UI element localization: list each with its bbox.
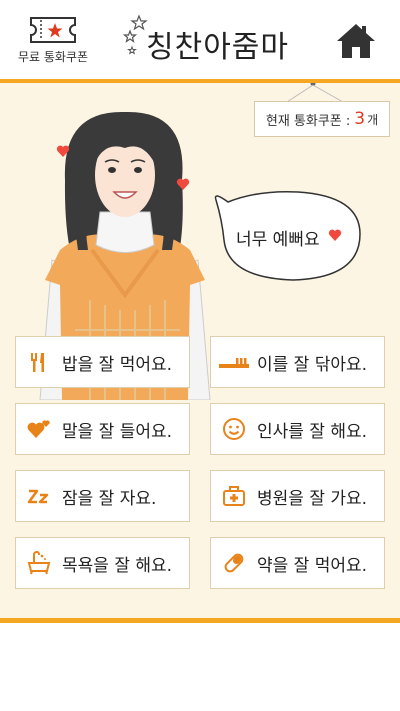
praise-label: 병원을 잘 가요.: [257, 488, 368, 509]
heart-icon: [176, 178, 190, 190]
heart-icon: [328, 229, 342, 241]
stars-decoration-icon: [122, 14, 148, 55]
free-coupon-label: 무료 통화쿠폰: [17, 50, 89, 64]
praise-button-greeting[interactable]: 인사를 잘 해요.: [210, 403, 385, 455]
app-header: 무료 통화쿠폰 칭찬아줌마: [0, 0, 400, 80]
coupon-count-box: 현재 통화쿠폰 : 3 개: [254, 101, 390, 137]
fork-knife-icon: [24, 351, 54, 373]
sleep-zz-icon: [24, 487, 54, 505]
praise-label: 밥을 잘 먹어요.: [62, 354, 173, 375]
praise-button-sleeping[interactable]: 잠을 잘 자요.: [15, 470, 190, 522]
first-aid-kit-icon: [219, 485, 249, 507]
pill-icon: [219, 551, 249, 575]
praise-label: 약을 잘 먹어요.: [257, 555, 368, 576]
home-icon: [337, 24, 375, 58]
praise-label: 잠을 잘 자요.: [62, 488, 157, 509]
coupon-count-label: 현재 통화쿠폰 :: [265, 113, 351, 129]
hearts-icon: [24, 419, 54, 439]
sign-hanger: [286, 83, 344, 103]
praise-label: 말을 잘 들어요.: [62, 421, 173, 442]
bathtub-icon: [24, 551, 54, 575]
coupon-count-value: 3: [354, 109, 366, 129]
speech-bubble-text: 너무 예뻐요: [236, 230, 320, 250]
praise-label: 목욕을 잘 해요.: [62, 555, 173, 576]
toothbrush-icon: [219, 353, 249, 371]
ticket-icon: [30, 17, 76, 43]
praise-button-hospital[interactable]: 병원을 잘 가요.: [210, 470, 385, 522]
free-coupon-button[interactable]: 무료 통화쿠폰: [8, 12, 98, 72]
heart-icon: [56, 145, 70, 157]
smiley-icon: [219, 417, 249, 441]
praise-label: 인사를 잘 해요.: [257, 421, 368, 442]
home-button[interactable]: [336, 22, 376, 60]
praise-button-bathing[interactable]: 목욕을 잘 해요.: [15, 537, 190, 589]
praise-label: 이를 잘 닦아요.: [257, 354, 368, 375]
coupon-count-unit: 개: [367, 112, 379, 127]
praise-button-eating[interactable]: 밥을 잘 먹어요.: [15, 336, 190, 388]
praise-button-listening[interactable]: 말을 잘 들어요.: [15, 403, 190, 455]
footer-divider: [0, 618, 400, 623]
praise-button-medicine[interactable]: 약을 잘 먹어요.: [210, 537, 385, 589]
app-title: 칭찬아줌마: [146, 30, 289, 65]
praise-button-teeth[interactable]: 이를 잘 닦아요.: [210, 336, 385, 388]
